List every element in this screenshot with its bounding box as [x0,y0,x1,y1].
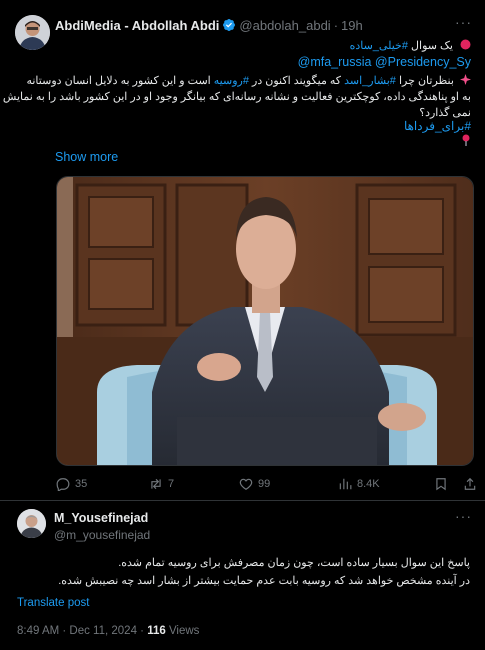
views-count: 116 [147,625,166,637]
like-icon [239,478,253,490]
sparkle-icon [460,74,471,85]
views-action[interactable]: 8.4K [338,477,380,491]
reply-body: پاسخ این سوال بسیار ساده است، چون زمان م… [30,554,470,590]
reply-icon [56,478,70,491]
tweet-line-2: @mfa_russia @Presidency_Sy [298,54,471,70]
bookmark-button[interactable] [434,477,453,491]
reply-line-2: در آینده مشخص خواهد شد که روسیه بابت عدم… [58,575,470,587]
post-timestamp[interactable]: 8:49 AM · Dec 11, 2024 · [17,625,147,637]
verified-badge-icon [223,19,236,31]
post-meta: 8:49 AM · Dec 11, 2024 · 116 Views [17,625,199,637]
like-action[interactable]: 99 [239,477,270,491]
repost-icon [151,478,161,490]
tweet-photo[interactable] [56,176,474,466]
tweet-line-3: بنظرتان چرا #بشار_اسد که میگویند اکنون د… [26,73,471,89]
show-more-link[interactable]: Show more [55,150,118,164]
share-button[interactable] [463,477,482,491]
reply-more-options-icon[interactable]: ··· [455,508,472,524]
divider [0,500,485,501]
reply-author-handle[interactable]: @m_yousefinejad [54,528,150,542]
tweet: AbdiMedia - Abdollah Abdi @abdolah_abdi … [0,0,485,505]
tweet-line-1: یک سوال #خیلی_ساده [350,38,471,54]
more-options-icon[interactable]: ··· [455,14,472,30]
reply-line-1: پاسخ این سوال بسیار ساده است، چون زمان م… [118,557,470,569]
hashtag-link[interactable]: #برای_فرداها [404,119,471,133]
tweet-header: AbdiMedia - Abdollah Abdi @abdolah_abdi … [55,17,363,33]
views-icon [339,478,352,490]
hashtag-link[interactable]: #بشار_اسد [344,75,396,87]
views-label: Views [165,625,200,637]
tweet-line-6: #برای_فرداها [404,118,471,134]
hashtag-link[interactable]: #روسیه [214,75,249,87]
reply-action[interactable]: 35 [56,477,87,491]
author-name[interactable]: AbdiMedia - Abdollah Abdi [55,18,219,33]
translate-post-link[interactable]: Translate post [17,597,89,609]
pin-icon [461,134,471,151]
author-handle[interactable]: @abdolah_abdi [239,18,330,33]
bookmark-icon [436,478,446,491]
mentions-link[interactable]: @mfa_russia @Presidency_Sy [298,55,471,69]
author-avatar[interactable] [15,15,50,50]
reply-author-name[interactable]: M_Yousefinejad [54,511,148,525]
hashtag-link[interactable]: #خیلی_ساده [350,40,408,52]
reply-author-avatar[interactable] [17,509,46,538]
post-time[interactable]: 19h [341,18,363,33]
share-icon [464,477,476,490]
tweet-line-4: به او پناهندگی داده، کوچکترین فعالیت و ن… [2,91,471,103]
tweet-actions: 35 7 99 8.4K [56,477,476,491]
repost-action[interactable]: 7 [149,477,174,491]
red-circle-icon [460,39,471,50]
